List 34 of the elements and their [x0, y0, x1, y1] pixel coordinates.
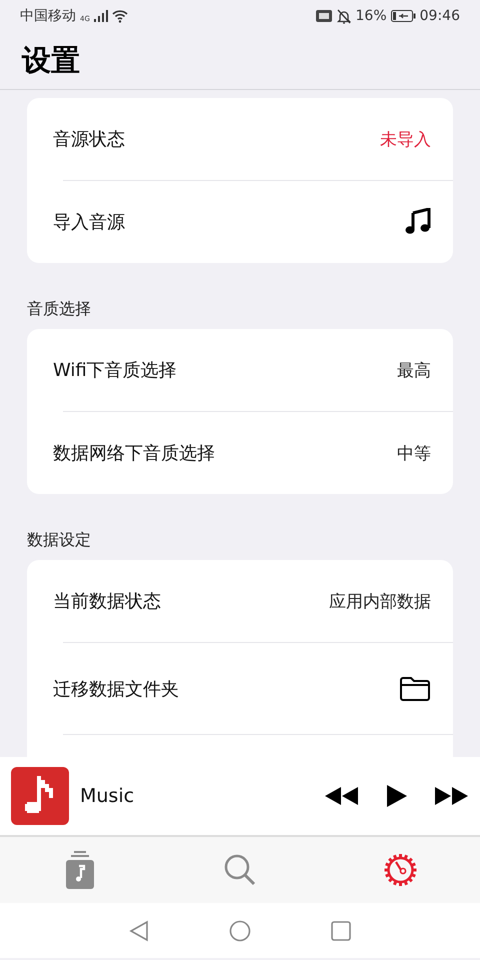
- setting-value[interactable]: 最高: [397, 358, 431, 382]
- setting-label[interactable]: Wifi下音质选择: [53, 358, 177, 382]
- setting-label[interactable]: 迁移数据文件夹: [53, 676, 179, 700]
- setting-label[interactable]: 当前数据状态: [53, 589, 161, 613]
- recents-icon[interactable]: [331, 920, 351, 940]
- search-icon[interactable]: [223, 853, 257, 887]
- setting-label[interactable]: 导入音源: [53, 210, 125, 234]
- hd-icon: [316, 10, 332, 22]
- battery-percent: 16%: [356, 8, 387, 24]
- wifi-icon: [112, 9, 128, 23]
- battery-icon: [390, 10, 416, 22]
- back-icon[interactable]: [129, 920, 149, 942]
- rewind-icon[interactable]: [325, 787, 359, 805]
- signal-icon: [94, 10, 108, 22]
- status-value: 未导入: [380, 128, 431, 150]
- carrier-name: 中国移动: [20, 7, 76, 25]
- settings-icon[interactable]: [382, 852, 418, 888]
- section-header: 音质选择: [27, 298, 92, 320]
- page-title: 设置: [22, 42, 80, 78]
- folder-icon: [399, 676, 431, 702]
- section-header: 数据设定: [27, 529, 92, 551]
- clock-time: 09:46: [420, 8, 460, 24]
- play-icon[interactable]: [387, 785, 407, 807]
- setting-value[interactable]: 应用内部数据: [329, 590, 431, 612]
- setting-value[interactable]: 中等: [397, 442, 431, 464]
- setting-label[interactable]: 音源状态: [53, 127, 125, 151]
- setting-label[interactable]: 数据网络下音质选择: [53, 441, 215, 465]
- home-icon[interactable]: [229, 920, 251, 942]
- music-note-icon: [405, 208, 431, 236]
- bell-off-icon: [336, 8, 352, 24]
- library-icon[interactable]: [64, 850, 96, 890]
- album-art-icon: [11, 767, 69, 825]
- track-title: Music: [80, 785, 134, 807]
- fast-forward-icon[interactable]: [435, 787, 468, 805]
